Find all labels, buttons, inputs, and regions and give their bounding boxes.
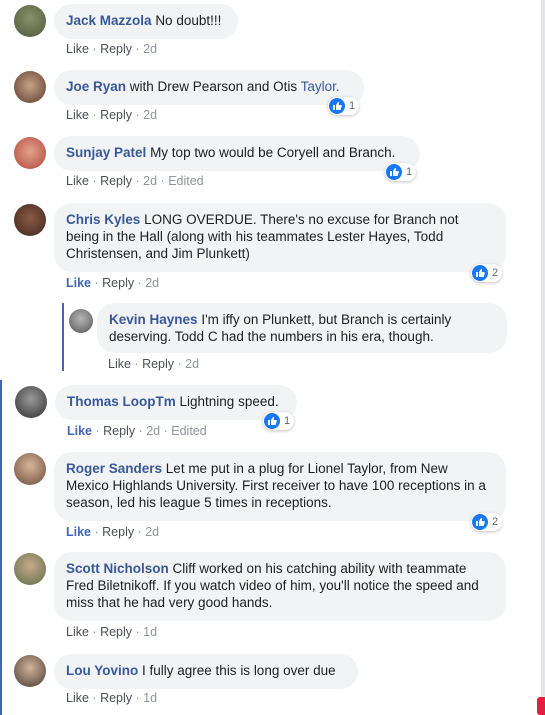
comment-author[interactable]: Thomas LoopTm — [67, 394, 176, 409]
edited-label[interactable]: Edited — [168, 174, 203, 188]
like-button[interactable]: Like — [67, 424, 92, 438]
like-button[interactable]: Like — [66, 691, 89, 705]
comment-actions: Like · Reply · 2d · Edited — [67, 424, 207, 438]
reply-button[interactable]: Reply — [102, 276, 134, 290]
comment-text: I fully agree this is long over due — [142, 663, 336, 678]
reply-thread-indicator — [62, 303, 64, 371]
like-button[interactable]: Like — [66, 625, 89, 639]
reply-button[interactable]: Reply — [100, 691, 132, 705]
timestamp[interactable]: 1d — [143, 691, 157, 705]
like-button[interactable]: Like — [66, 276, 91, 290]
avatar[interactable] — [14, 71, 46, 103]
comment-actions: Like · Reply · 1d — [66, 625, 158, 639]
comment-author[interactable]: Joe Ryan — [66, 79, 126, 94]
reaction-count[interactable]: 1 — [328, 97, 360, 115]
timestamp[interactable]: 2d — [143, 108, 157, 122]
comment-text: No doubt!!! — [155, 13, 222, 28]
comment-actions: Like · Reply · 2d — [66, 276, 160, 290]
comment-author[interactable]: Chris Kyles — [66, 212, 140, 227]
mention-link[interactable]: Taylor. — [301, 79, 340, 94]
comment-bubble: Roger Sanders Let me put in a plug for L… — [54, 452, 506, 521]
notification-badge-icon[interactable] — [537, 697, 545, 715]
comment-actions: Like · Reply · 2d — [108, 357, 200, 371]
comment-bubble: Scott Nicholson Cliff worked on his catc… — [54, 552, 506, 621]
comment-bubble: Thomas LoopTm Lightning speed. — [55, 385, 297, 420]
comment-bubble: Jack Mazzola No doubt!!! — [54, 4, 238, 39]
comment-actions: Like · Reply · 2d — [66, 42, 158, 56]
reaction-count[interactable]: 1 — [263, 412, 295, 430]
reply-button[interactable]: Reply — [103, 424, 135, 438]
avatar[interactable] — [14, 553, 46, 585]
avatar[interactable] — [14, 137, 46, 169]
comment-author[interactable]: Kevin Haynes — [109, 312, 198, 327]
like-button[interactable]: Like — [66, 108, 89, 122]
reply-button[interactable]: Reply — [100, 42, 132, 56]
comment-bubble: Sunjay Patel My top two would be Coryell… — [54, 136, 420, 171]
avatar[interactable] — [14, 655, 46, 687]
comment-text: with Drew Pearson and Otis — [129, 79, 301, 94]
reply-button[interactable]: Reply — [100, 174, 132, 188]
avatar[interactable] — [15, 386, 47, 418]
comment-author[interactable]: Scott Nicholson — [66, 561, 169, 576]
thread-indicator — [0, 380, 2, 715]
comment-actions: Like · Reply · 2d — [66, 525, 160, 539]
avatar[interactable] — [14, 5, 46, 37]
timestamp[interactable]: 2d — [146, 424, 160, 438]
reply-button[interactable]: Reply — [100, 108, 132, 122]
comment-text: My top two would be Coryell and Branch. — [150, 145, 396, 160]
timestamp[interactable]: 2d — [143, 174, 157, 188]
timestamp[interactable]: 2d — [185, 357, 199, 371]
thumbs-up-icon — [329, 98, 345, 114]
comment-text: Lightning speed. — [179, 394, 279, 409]
thumbs-up-icon — [472, 265, 488, 281]
reaction-count[interactable]: 1 — [385, 163, 417, 181]
scrollbar[interactable] — [541, 0, 545, 700]
thumbs-up-icon — [264, 413, 280, 429]
comment-actions: Like · Reply · 2d — [66, 108, 158, 122]
timestamp[interactable]: 2d — [145, 276, 159, 290]
comment-author[interactable]: Sunjay Patel — [66, 145, 146, 160]
avatar[interactable] — [69, 309, 93, 333]
like-button[interactable]: Like — [66, 174, 89, 188]
comment-bubble: Kevin Haynes I'm iffy on Plunkett, but B… — [97, 303, 507, 353]
like-button[interactable]: Like — [66, 525, 91, 539]
reaction-count[interactable]: 2 — [471, 513, 503, 531]
like-button[interactable]: Like — [66, 42, 89, 56]
avatar[interactable] — [14, 453, 46, 485]
comment-actions: Like · Reply · 1d — [66, 691, 158, 705]
thumbs-up-icon — [472, 514, 488, 530]
thumbs-up-icon — [386, 164, 402, 180]
comment-bubble: Joe Ryan with Drew Pearson and Otis Tayl… — [54, 70, 364, 105]
comment-bubble: Lou Yovino I fully agree this is long ov… — [54, 654, 358, 689]
avatar[interactable] — [14, 204, 46, 236]
edited-label[interactable]: Edited — [171, 424, 206, 438]
reaction-count[interactable]: 2 — [471, 264, 503, 282]
comment-actions: Like · Reply · 2d · Edited — [66, 174, 204, 188]
timestamp[interactable]: 2d — [145, 525, 159, 539]
timestamp[interactable]: 2d — [143, 42, 157, 56]
reply-button[interactable]: Reply — [102, 525, 134, 539]
reply-button[interactable]: Reply — [100, 625, 132, 639]
comment-author[interactable]: Lou Yovino — [66, 663, 138, 678]
timestamp[interactable]: 1d — [143, 625, 157, 639]
reply-button[interactable]: Reply — [142, 357, 174, 371]
comment-bubble: Chris Kyles LONG OVERDUE. There's no exc… — [54, 203, 506, 272]
comment-author[interactable]: Roger Sanders — [66, 461, 162, 476]
like-button[interactable]: Like — [108, 357, 131, 371]
comment-author[interactable]: Jack Mazzola — [66, 13, 152, 28]
